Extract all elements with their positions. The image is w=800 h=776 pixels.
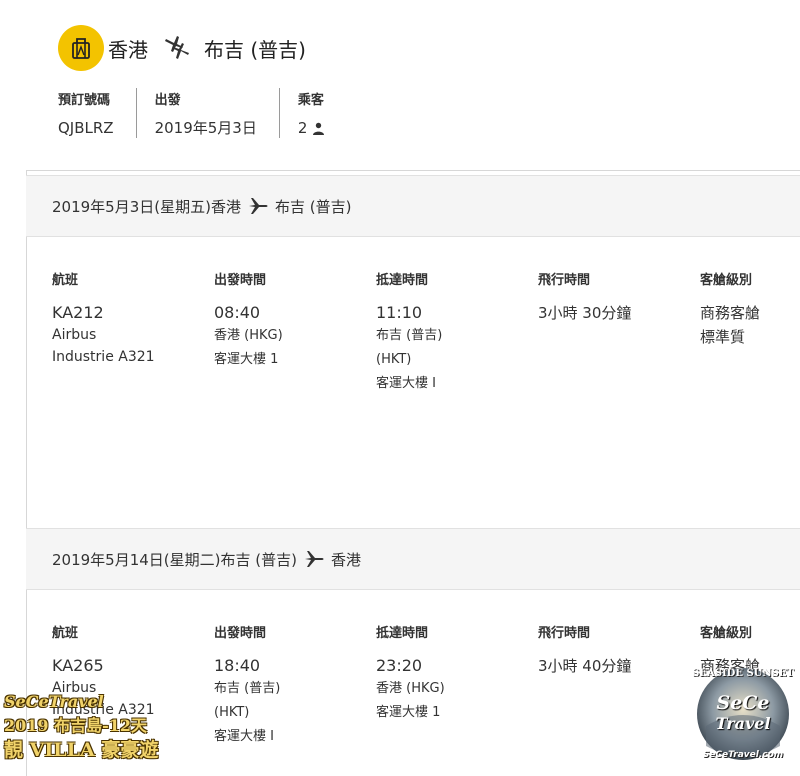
plane-icon [303, 548, 325, 570]
departure-header: 出發時間 [214, 273, 267, 288]
booking-summary: 預訂號碼 QJBLRZ 出發 2019年5月3日 乘客 2 [58, 88, 347, 138]
booking-reference: 預訂號碼 QJBLRZ [58, 88, 136, 138]
cabin-header: 客艙級別 [700, 273, 753, 288]
leg-to: 布吉 (普吉) [274, 197, 352, 216]
logo-top-text: SEASIDE SUNSET [692, 668, 794, 679]
leg-from: 香港 [210, 197, 241, 216]
departure-time: 08:40 [214, 303, 261, 322]
cabin-class: 商務客艙 [700, 304, 761, 322]
duration-header: 飛行時間 [538, 273, 591, 288]
arrival-terminal: 客運大樓 1 [376, 705, 441, 720]
leg-to: 香港 [331, 550, 362, 569]
duration-column: 飛行時間 3小時 30分鐘 [538, 272, 631, 324]
arrival-column: 抵達時間 23:20 香港 (HKG) 客運大樓 1 [376, 625, 445, 725]
flight-number: KA265 [52, 656, 104, 675]
aircraft-maker: Airbus [52, 327, 97, 343]
flight-header: 航班 [52, 273, 79, 288]
person-icon [312, 122, 325, 135]
flight-column: 航班 KA212 Airbus Industrie A321 [52, 272, 155, 368]
watermark-line-2: 2019 布吉島-12天 [4, 716, 148, 735]
cabin-column: 客艙級別 商務客艙 標準質 [700, 272, 760, 350]
departure-airport: 香港 (HKG) [214, 328, 283, 343]
watermark-line-3: 靚 VILLA 豪豪遊 [4, 739, 159, 761]
arrival-header: 抵達時間 [376, 273, 429, 288]
leg-header-outbound: 2019年5月3日(星期五) 香港 布吉 (普吉) [26, 175, 800, 237]
departure-airport: 布吉 (普吉) [214, 681, 281, 696]
departure-date-label: 出發 [154, 93, 181, 108]
arrival-time: 23:20 [376, 656, 423, 675]
leg-header-return: 2019年5月14日(星期二) 布吉 (普吉) 香港 [26, 528, 800, 590]
departure-column: 出發時間 08:40 香港 (HKG) 客運大樓 1 [214, 272, 283, 372]
cabin-header: 客艙級別 [700, 626, 753, 641]
leg-date: 2019年5月3日(星期五) [52, 197, 211, 216]
roundtrip-plane-icon [162, 33, 192, 63]
logo-main-2: Travel [715, 714, 771, 733]
leg-from: 布吉 (普吉) [220, 550, 297, 569]
arrival-column: 抵達時間 11:10 布吉 (普吉) (HKT) 客運大樓 I [376, 272, 442, 396]
duration-column: 飛行時間 3小時 40分鐘 [538, 625, 631, 677]
departure-terminal: 客運大樓 1 [214, 352, 279, 367]
passengers-label: 乘客 [297, 93, 324, 108]
watermark-text: SeCeTravel 2019 布吉島-12天 靚 VILLA 豪豪遊 [4, 690, 194, 762]
logo-bottom-text: SeCeTravel.com [702, 750, 784, 760]
route-destination: 布吉 (普吉) [204, 37, 306, 62]
watermark-line-1: SeCeTravel [4, 692, 104, 711]
departure-airport-code: (HKT) [214, 705, 250, 720]
flight-duration: 3小時 40分鐘 [538, 657, 632, 675]
departure-column: 出發時間 18:40 布吉 (普吉) (HKT) 客運大樓 I [214, 625, 280, 749]
flight-number: KA212 [52, 303, 104, 322]
flight-duration: 3小時 30分鐘 [538, 304, 632, 322]
watermark-logo: SEASIDE SUNSET SeCe Travel SeCeTravel.co… [688, 656, 798, 768]
departure-date: 出發 2019年5月3日 [135, 88, 279, 138]
trip-header: 香港 布吉 (普吉) [58, 20, 306, 76]
arrival-airport: 布吉 (普吉) [376, 328, 443, 343]
passengers-row: 2 [298, 118, 326, 138]
passengers-count: 2 [297, 119, 308, 137]
passengers: 乘客 2 [278, 88, 348, 138]
arrival-airport: 香港 (HKG) [376, 681, 445, 696]
route-origin: 香港 [108, 37, 148, 62]
aircraft-model: Industrie A321 [52, 349, 155, 365]
departure-date-value: 2019年5月3日 [154, 119, 257, 137]
arrival-airport-code: (HKT) [376, 352, 412, 367]
duration-header: 飛行時間 [538, 626, 591, 641]
flight-header: 航班 [52, 626, 79, 641]
arrival-time: 11:10 [376, 303, 423, 322]
fare-type: 標準質 [700, 328, 746, 346]
booking-reference-value: QJBLRZ [58, 119, 114, 137]
logo-main-1: SeCe [716, 692, 770, 714]
booking-page: 香港 布吉 (普吉) 預訂號碼 QJBLRZ 出發 2019年5月3日 乘客 2 [0, 0, 800, 776]
departure-time: 18:40 [214, 656, 261, 675]
departure-terminal: 客運大樓 I [214, 729, 274, 744]
baggage-icon [58, 25, 104, 71]
arrival-header: 抵達時間 [376, 626, 429, 641]
booking-reference-label: 預訂號碼 [58, 93, 111, 108]
arrival-terminal: 客運大樓 I [376, 376, 436, 391]
plane-icon [247, 195, 269, 217]
departure-header: 出發時間 [214, 626, 267, 641]
leg-date: 2019年5月14日(星期二) [52, 550, 221, 569]
